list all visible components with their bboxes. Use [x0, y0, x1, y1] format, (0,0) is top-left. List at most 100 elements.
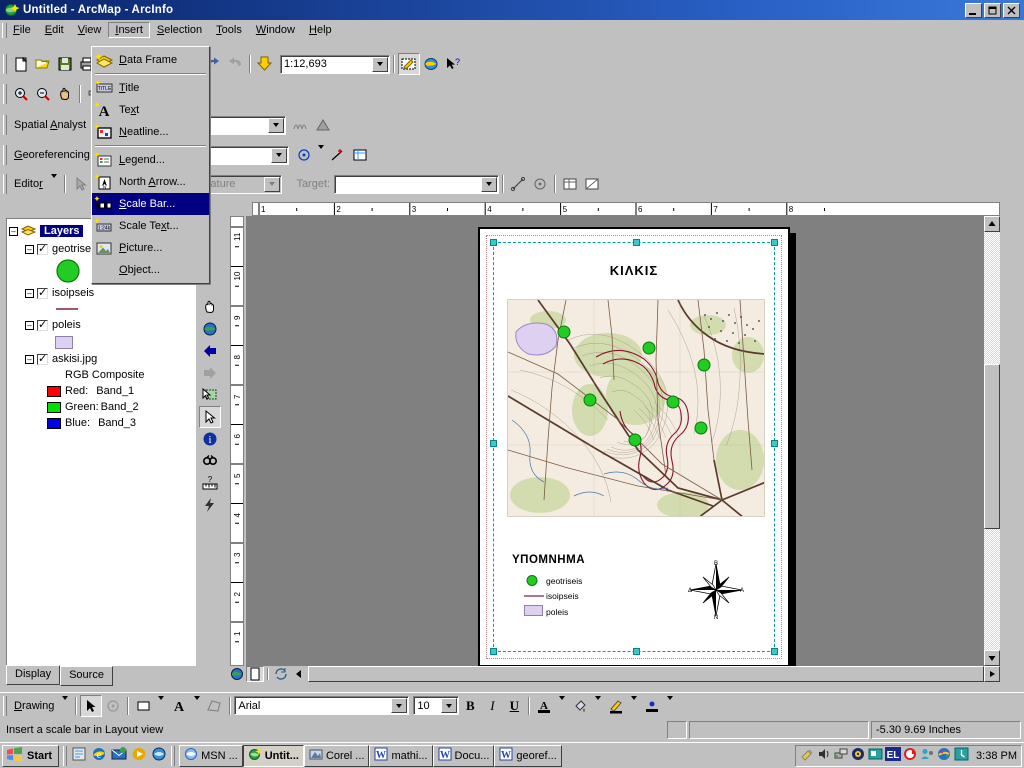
- minimize-button[interactable]: [965, 2, 982, 18]
- rotate-element-icon[interactable]: [102, 694, 125, 717]
- scrollbar-thumb[interactable]: [308, 666, 984, 682]
- scroll-right-button[interactable]: [984, 666, 1000, 682]
- editor-toolbar-icon[interactable]: [398, 53, 420, 75]
- volume-icon[interactable]: [817, 747, 832, 764]
- toc-layer-poleis[interactable]: – poleis: [9, 317, 193, 333]
- msn-explorer-icon[interactable]: [151, 746, 167, 765]
- display-icon[interactable]: [868, 747, 883, 764]
- selection-handle[interactable]: [490, 648, 497, 655]
- forward-extent-icon[interactable]: [199, 362, 221, 384]
- open-folder-icon[interactable]: [32, 53, 54, 75]
- font-size-combo[interactable]: 10: [413, 696, 460, 715]
- grisoft-icon[interactable]: [903, 747, 918, 764]
- menu-item-north-arrow[interactable]: N North Arrow...: [92, 171, 209, 193]
- add-data-icon[interactable]: [254, 53, 276, 75]
- chevron-down-icon[interactable]: [631, 695, 638, 712]
- chevron-down-icon[interactable]: [372, 56, 388, 72]
- select-elements-icon[interactable]: [199, 406, 221, 428]
- menu-edit[interactable]: Edit: [38, 22, 71, 38]
- find-icon[interactable]: [199, 450, 221, 472]
- toolbar-grip[interactable]: [3, 54, 7, 74]
- collapse-icon[interactable]: –: [25, 244, 34, 254]
- scroll-up-button[interactable]: [984, 216, 1000, 232]
- north-arrow[interactable]: Β Α Ν Δ: [685, 559, 747, 624]
- collapse-icon[interactable]: –: [25, 354, 34, 364]
- rotate-icon[interactable]: [293, 144, 316, 166]
- menu-insert[interactable]: Insert: [108, 22, 150, 38]
- menu-help[interactable]: Help: [302, 22, 339, 38]
- chevron-down-icon[interactable]: [318, 145, 325, 161]
- menu-window[interactable]: Window: [249, 22, 302, 38]
- table-of-contents[interactable]: – Layers – geotriseis – isoipseis: [6, 218, 196, 666]
- chevron-down-icon[interactable]: [667, 695, 674, 712]
- hyperlink-icon[interactable]: [199, 494, 221, 516]
- map-title[interactable]: ΚΙΛΚΙΣ: [480, 263, 788, 278]
- show-desktop-icon[interactable]: [71, 746, 87, 765]
- menu-file[interactable]: File: [6, 22, 38, 38]
- select-features-icon[interactable]: [199, 384, 221, 406]
- menu-item-object[interactable]: Object...: [92, 259, 209, 281]
- font-color-icon[interactable]: A: [533, 694, 556, 717]
- measure-icon[interactable]: ?: [199, 472, 221, 494]
- palette-icon[interactable]: [937, 747, 952, 764]
- raster-calculator-icon[interactable]: [311, 114, 334, 136]
- bold-button[interactable]: B: [459, 694, 482, 717]
- menu-item-text[interactable]: A Text: [92, 99, 209, 121]
- refresh-view-icon[interactable]: [272, 666, 291, 682]
- layout-vertical-scrollbar[interactable]: [984, 216, 1000, 666]
- zoom-in-icon[interactable]: [10, 83, 32, 105]
- menu-item-neatline[interactable]: Neatline...: [92, 121, 209, 143]
- new-text-icon[interactable]: A: [168, 694, 191, 717]
- menu-selection[interactable]: Selection: [150, 22, 209, 38]
- editor-menu[interactable]: Editor: [10, 178, 47, 190]
- select-elements-arrow-icon[interactable]: [80, 694, 103, 717]
- chevron-down-icon[interactable]: [481, 176, 498, 192]
- selection-handle[interactable]: [771, 239, 778, 246]
- new-document-icon[interactable]: [10, 53, 32, 75]
- toolbar-grip[interactable]: [3, 115, 7, 135]
- font-family-combo[interactable]: Arial: [234, 696, 410, 715]
- toc-tab-source[interactable]: Source: [60, 666, 113, 686]
- pause-drawing-icon[interactable]: [290, 666, 309, 682]
- chevron-down-icon[interactable]: [441, 698, 458, 713]
- task-button-corel[interactable]: Corel ...: [303, 744, 370, 767]
- insert-menu-dropdown[interactable]: Data Frame TITLE Title A Text Neatline..…: [91, 46, 210, 284]
- collapse-icon[interactable]: –: [9, 226, 18, 236]
- toc-symbol-isoipseis[interactable]: [9, 301, 193, 317]
- georeferencing-menu[interactable]: Georeferencing: [10, 149, 94, 161]
- menu-item-scale-text[interactable]: 1:24k Scale Text...: [92, 215, 209, 237]
- internet-explorer-icon[interactable]: e: [91, 746, 107, 765]
- drawing-menu[interactable]: Drawing: [10, 700, 58, 712]
- menu-item-scale-bar[interactable]: Scale Bar...: [92, 193, 209, 215]
- selection-handle[interactable]: [771, 648, 778, 655]
- map-data-frame[interactable]: [507, 299, 765, 517]
- chevron-down-icon[interactable]: [158, 695, 165, 712]
- menu-item-legend[interactable]: Legend...: [92, 149, 209, 171]
- chevron-down-icon[interactable]: [50, 174, 57, 190]
- histogram-icon[interactable]: [289, 114, 312, 136]
- toc-tab-display[interactable]: Display: [6, 665, 61, 685]
- sketch-tool-icon[interactable]: [507, 173, 530, 195]
- layer-visibility-checkbox[interactable]: [37, 286, 48, 299]
- restore-button[interactable]: [984, 2, 1001, 18]
- vertical-ruler[interactable]: 11 10 9 8 7 6 5 4 3 2 1: [230, 216, 244, 666]
- menu-tools[interactable]: Tools: [209, 22, 249, 38]
- menu-item-picture[interactable]: Picture...: [92, 237, 209, 259]
- whats-this-icon[interactable]: ?: [442, 53, 464, 75]
- scheduler-icon[interactable]: [954, 747, 969, 764]
- redo-icon[interactable]: [224, 53, 246, 75]
- zoom-out-icon[interactable]: [32, 83, 54, 105]
- layer-visibility-checkbox[interactable]: [37, 318, 48, 331]
- selection-handle[interactable]: [490, 440, 497, 447]
- collapse-icon[interactable]: –: [25, 320, 34, 330]
- italic-button[interactable]: I: [481, 694, 504, 717]
- chevron-down-icon[interactable]: [271, 147, 288, 163]
- selection-handle[interactable]: [632, 648, 640, 655]
- toolbar-grip[interactable]: [3, 695, 7, 716]
- layout-canvas[interactable]: ΚΙΛΚΙΣ ΥΠΟΜΝΗΜΑ geotriseis isoipseis pol…: [246, 216, 1000, 666]
- task-button-mathi[interactable]: W mathi...: [369, 744, 433, 767]
- toc-layer-isoipseis[interactable]: – isoipseis: [9, 285, 193, 301]
- chevron-down-icon[interactable]: [267, 117, 284, 133]
- show-hide-toc-icon[interactable]: [420, 53, 442, 75]
- edit-arrow-icon[interactable]: [68, 173, 91, 195]
